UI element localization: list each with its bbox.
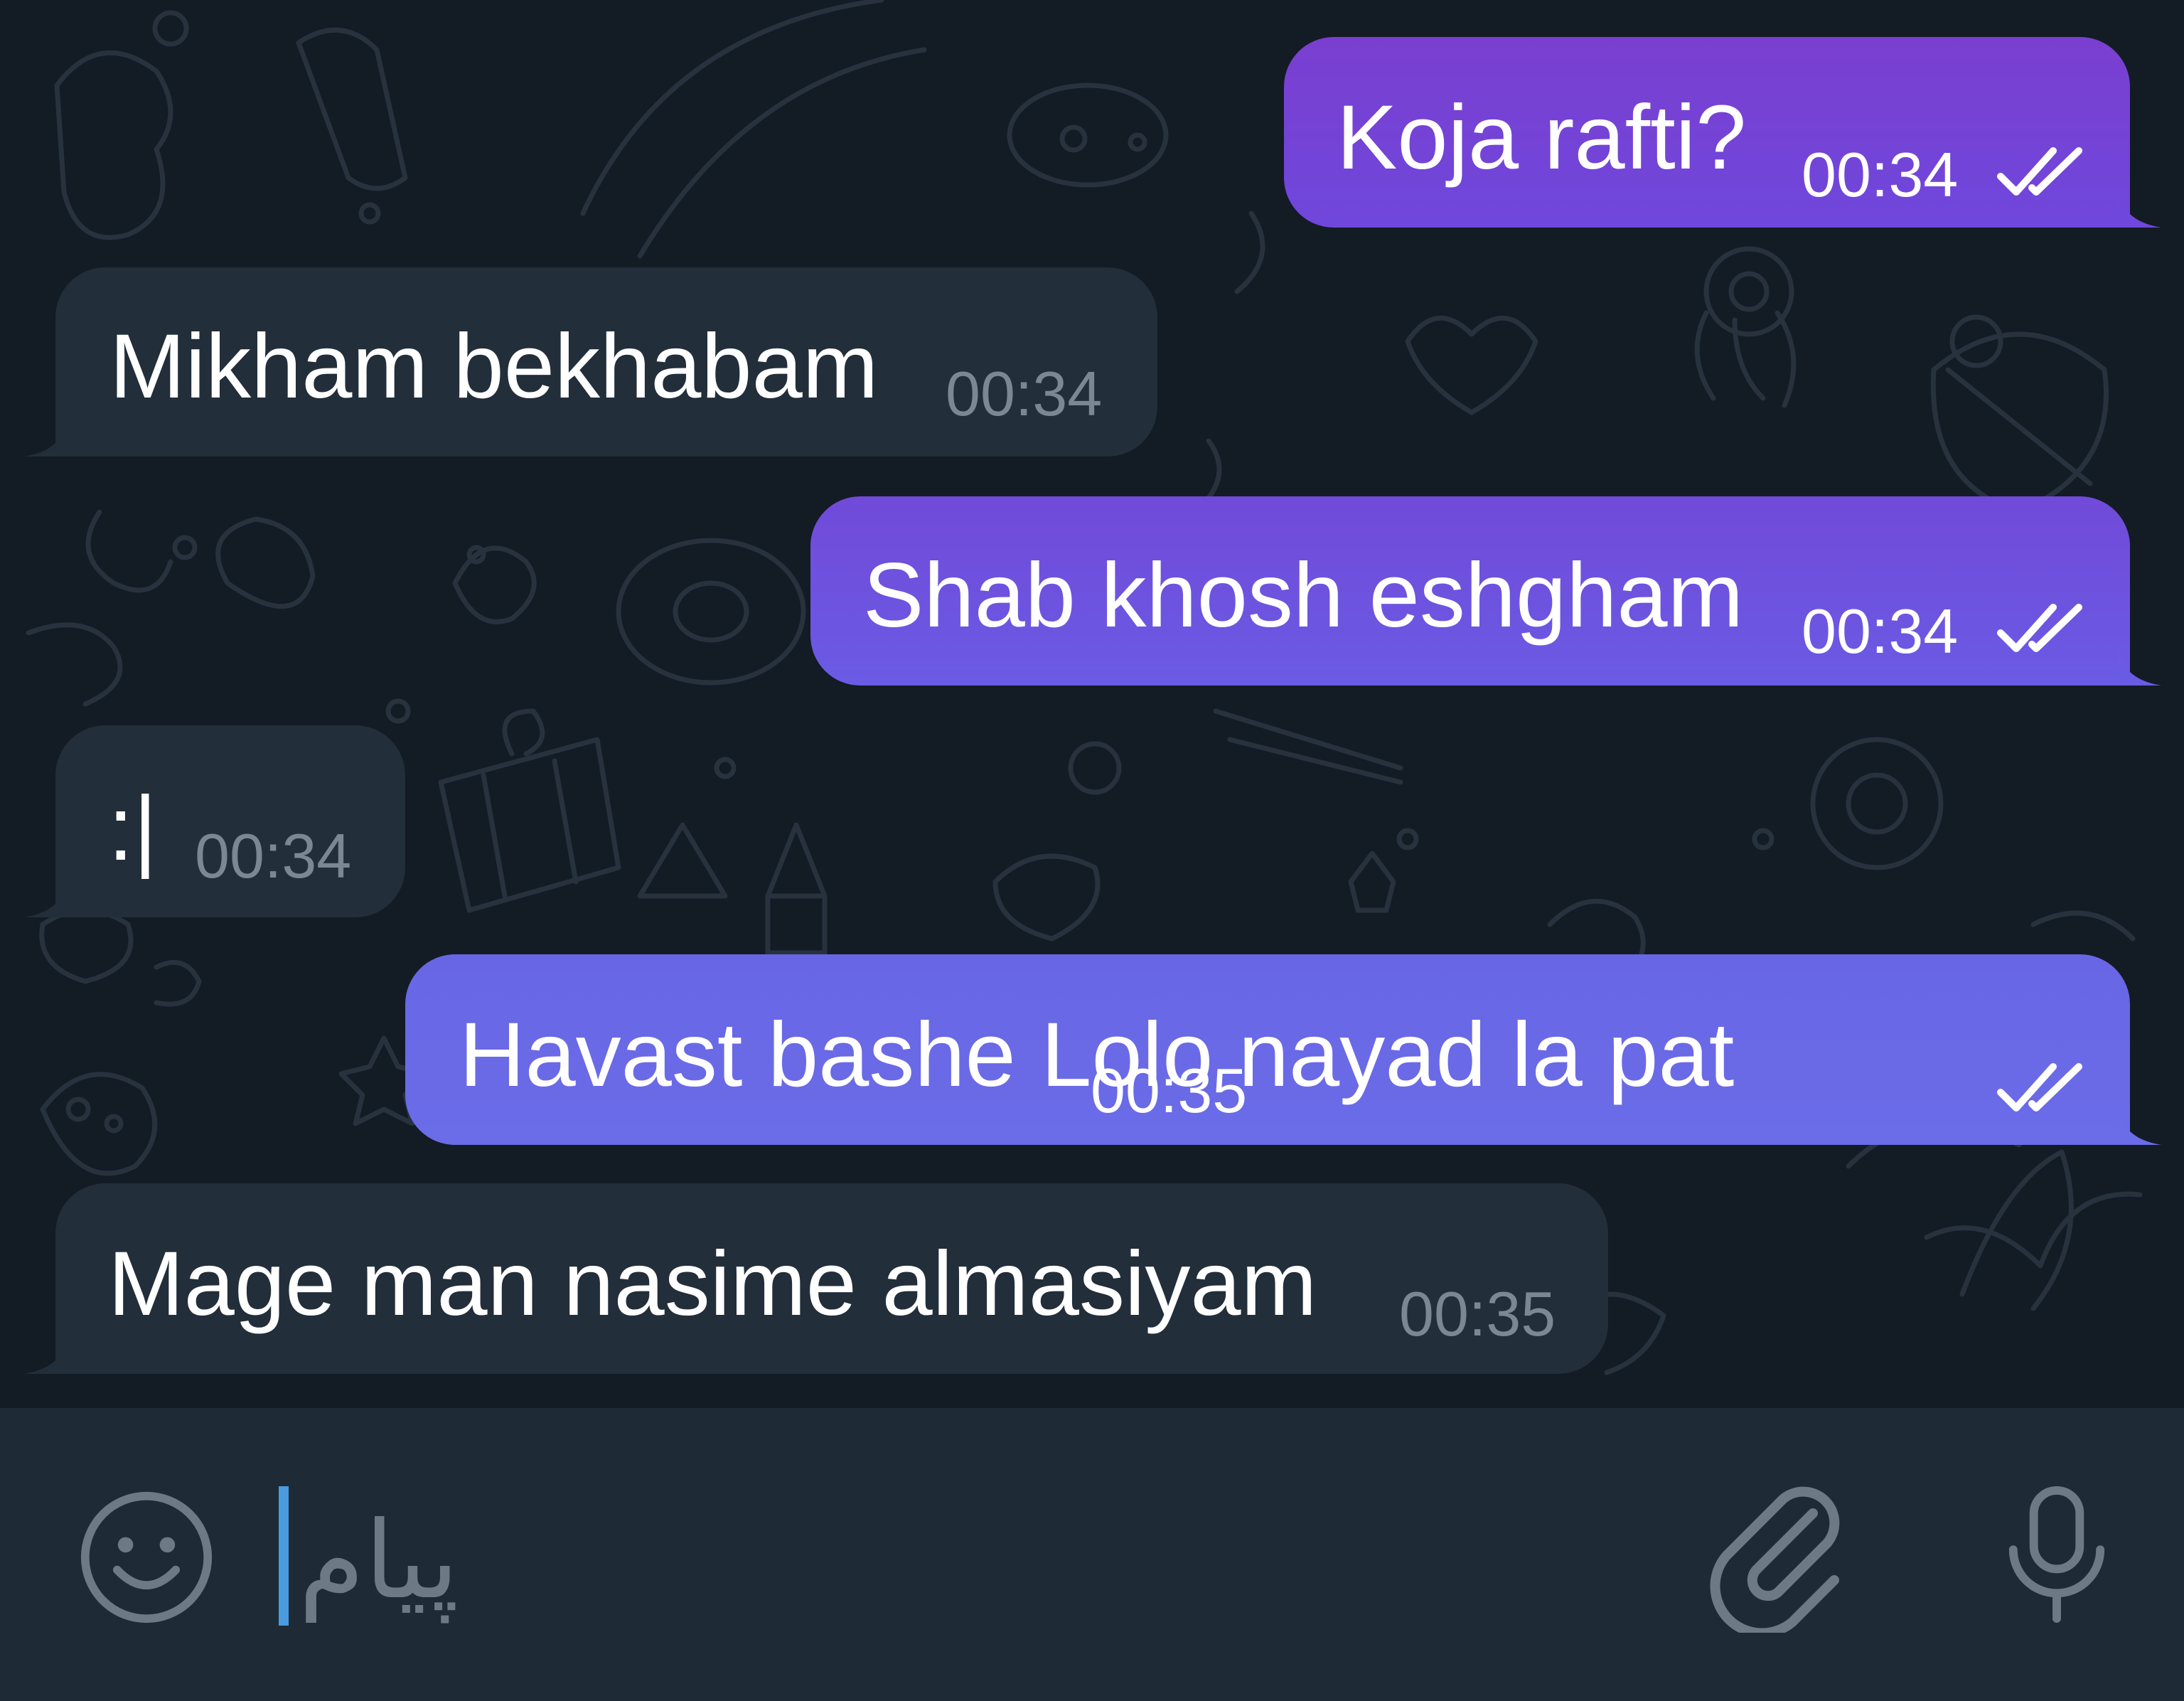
- message-time: 00:34: [195, 821, 352, 891]
- bubble-tail: [2119, 185, 2161, 228]
- message-bubble-outgoing[interactable]: Koja rafti? 00:34: [1284, 37, 2161, 228]
- paperclip-icon[interactable]: [1706, 1479, 1848, 1633]
- microphone-icon[interactable]: [1996, 1479, 2117, 1630]
- message-bubble-outgoing[interactable]: Shab khosh eshgham 00:34: [810, 496, 2161, 686]
- message-text: Mikham bekhabam: [109, 316, 879, 417]
- message-bubble-incoming[interactable]: Mage man nasime almasiyam 00:35: [24, 1183, 1608, 1374]
- chat-area[interactable]: Koja rafti? 00:34 Mikham bekhabam 00:34 …: [0, 0, 2184, 1408]
- message-text: Koja rafti?: [1337, 87, 1747, 188]
- message-bubble-incoming[interactable]: Mikham bekhabam 00:34: [24, 267, 1157, 457]
- bubble-tail: [24, 875, 67, 917]
- message-time: 00:34: [1802, 139, 1959, 210]
- message-time: 00:34: [1802, 596, 1959, 666]
- bubble-tail: [24, 1331, 67, 1374]
- message-time: 00:34: [946, 358, 1103, 429]
- message-input[interactable]: پیام: [299, 1508, 459, 1614]
- smiley-face-icon[interactable]: [77, 1488, 216, 1627]
- read-double-check-icon: [1997, 604, 2082, 652]
- message-time: 00:35: [1399, 1279, 1556, 1349]
- bubble-tail: [24, 414, 67, 457]
- message-text: :|: [108, 778, 157, 880]
- text-caret: [279, 1486, 289, 1626]
- read-double-check-icon: [1997, 1063, 2082, 1111]
- message-text: Mage man nasime almasiyam: [108, 1233, 1317, 1335]
- bubble-tail: [2119, 643, 2161, 686]
- message-bubble-outgoing[interactable]: Havast bashe Lolo nayad la pat 00:35: [405, 954, 2161, 1145]
- read-double-check-icon: [1997, 147, 2082, 196]
- message-bubble-incoming[interactable]: :| 00:34: [24, 725, 405, 917]
- bubble-tail: [2119, 1102, 2161, 1145]
- message-time: 00:35: [1091, 1055, 1248, 1126]
- message-text: Shab khosh eshgham: [863, 545, 1744, 646]
